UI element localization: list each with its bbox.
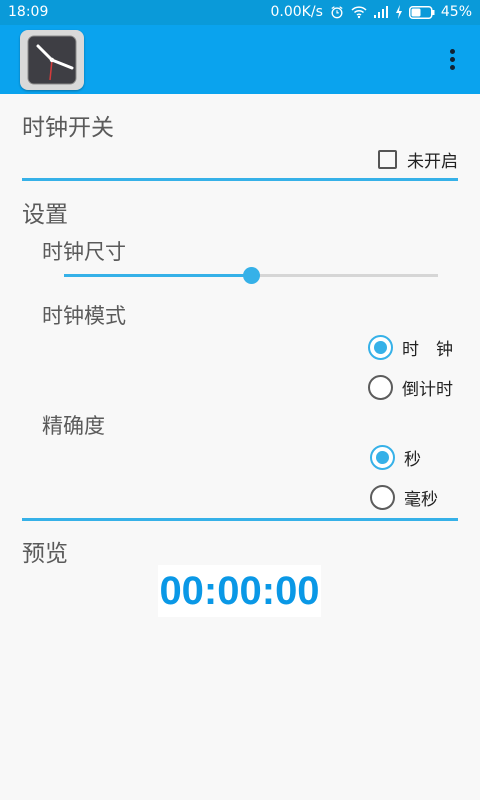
status-icons: 0.00K/s 45% bbox=[271, 4, 473, 20]
divider bbox=[22, 518, 458, 521]
mode-option-countdown[interactable]: 倒计时 bbox=[368, 375, 453, 400]
clock-preview: 00:00:00 bbox=[158, 565, 321, 617]
app-bar bbox=[0, 25, 480, 94]
clock-mode-label: 时钟模式 bbox=[42, 304, 126, 328]
checkbox-box[interactable] bbox=[378, 150, 397, 169]
status-bar: 18:09 0.00K/s 45% bbox=[0, 0, 480, 25]
precision-option-milliseconds[interactable]: 毫秒 bbox=[370, 485, 438, 510]
battery-icon bbox=[408, 5, 435, 19]
radio-button[interactable] bbox=[370, 485, 395, 510]
mode-option-clock[interactable]: 时 钟 bbox=[368, 335, 453, 360]
status-time: 18:09 bbox=[8, 4, 49, 20]
battery-percent: 45% bbox=[440, 4, 472, 20]
radio-label: 秒 bbox=[404, 450, 421, 470]
clock-size-label: 时钟尺寸 bbox=[42, 240, 126, 264]
settings-title: 设置 bbox=[22, 202, 68, 228]
precision-option-seconds[interactable]: 秒 bbox=[370, 445, 421, 470]
radio-button[interactable] bbox=[368, 375, 393, 400]
precision-label: 精确度 bbox=[42, 414, 105, 438]
alarm-icon bbox=[331, 6, 343, 19]
wifi-icon bbox=[351, 6, 367, 19]
clock-size-slider[interactable] bbox=[64, 267, 438, 284]
preview-time-text: 00:00:00 bbox=[159, 568, 320, 613]
preview-title: 预览 bbox=[22, 541, 68, 567]
clock-switch-checkbox[interactable]: 未开启 bbox=[378, 147, 458, 172]
slider-thumb[interactable] bbox=[243, 267, 260, 284]
slider-fill bbox=[64, 274, 251, 277]
more-vert-icon[interactable] bbox=[446, 47, 458, 73]
network-speed: 0.00K/s bbox=[270, 4, 323, 20]
radio-button[interactable] bbox=[368, 335, 393, 360]
charging-icon bbox=[395, 5, 402, 19]
radio-label: 倒计时 bbox=[402, 380, 453, 400]
clock-switch-title: 时钟开关 bbox=[22, 115, 114, 141]
clock-app-icon bbox=[20, 30, 84, 90]
checkbox-label: 未开启 bbox=[407, 152, 458, 172]
signal-icon bbox=[373, 6, 388, 18]
radio-button[interactable] bbox=[370, 445, 395, 470]
divider bbox=[22, 178, 458, 181]
radio-label: 毫秒 bbox=[404, 490, 438, 510]
radio-label: 时 钟 bbox=[402, 340, 453, 360]
